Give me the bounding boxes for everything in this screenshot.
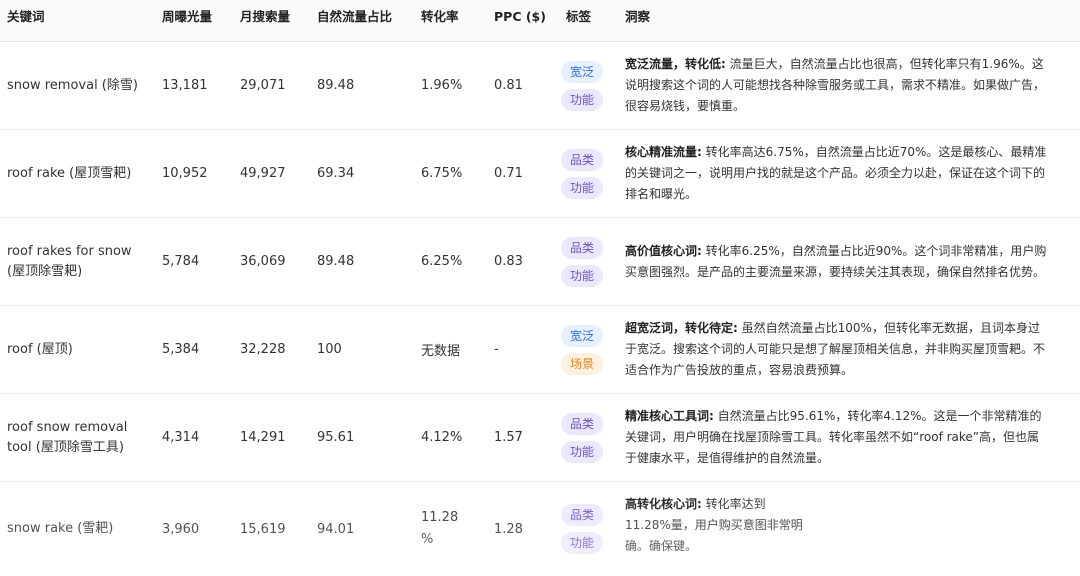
- conversion-rate-cell: 1.96%: [421, 78, 463, 93]
- conversion-rate-cell: 11.28 %: [421, 510, 459, 547]
- monthly-searches-cell: 29,071: [240, 78, 286, 93]
- weekly-impressions-cell: 5,384: [162, 342, 200, 357]
- insight-cell: 宽泛流量，转化低: 流量巨大，自然流量占比也很高，但转化率只有1.96%。这说明…: [625, 54, 1047, 117]
- ppc-cell: 1.57: [494, 430, 523, 445]
- ppc-cell: 0.83: [494, 254, 523, 269]
- organic-share-cell: 89.48: [317, 78, 355, 93]
- table-row[interactable]: roof snow removal tool (屋顶除雪工具) 4,314 14…: [0, 394, 1080, 482]
- keyword-table: 关键词 周曝光量 月搜索量 自然流量占比 转化率 PPC ($) 标签 洞察 s…: [0, 0, 1080, 576]
- weekly-impressions-cell: 3,960: [162, 521, 200, 537]
- tag-badge: 功能: [561, 532, 603, 554]
- weekly-impressions-cell: 5,784: [162, 254, 200, 269]
- organic-share-cell: 69.34: [317, 166, 355, 181]
- tag-badge: 场景: [561, 352, 603, 375]
- organic-share-cell: 89.48: [317, 254, 355, 269]
- header-keyword[interactable]: 关键词: [7, 0, 45, 42]
- ppc-cell: 1.28: [494, 521, 523, 537]
- tag-badge: 品类: [561, 236, 603, 259]
- weekly-impressions-cell: 10,952: [162, 166, 208, 181]
- tag-badge: 品类: [561, 148, 603, 171]
- keyword-cell: roof snow removal tool (屋顶除雪工具): [7, 419, 128, 455]
- insight-title: 高价值核心词:: [625, 243, 702, 258]
- organic-share-cell: 95.61: [317, 430, 355, 445]
- ppc-cell: 0.71: [494, 166, 523, 181]
- ppc-cell: 0.81: [494, 78, 523, 93]
- insight-cell: 超宽泛词，转化待定: 虽然自然流量占比100%，但转化率无数据，且词本身过于宽泛…: [625, 318, 1047, 381]
- tag-badge: 宽泛: [561, 324, 603, 347]
- table-row[interactable]: roof (屋顶) 5,384 32,228 100 无数据 - 宽泛 场景 超…: [0, 306, 1080, 394]
- insight-cell: 高转化核心词: 转化率达到11.28%量，用户购买意图非常明确。确保键。: [625, 494, 805, 557]
- monthly-searches-cell: 36,069: [240, 254, 286, 269]
- tag-badge: 功能: [561, 88, 603, 111]
- blurred-overlay: [800, 497, 1080, 567]
- header-weekly-impressions[interactable]: 周曝光量: [162, 0, 212, 42]
- tag-badge: 宽泛: [561, 60, 603, 83]
- header-insight[interactable]: 洞察: [625, 0, 650, 42]
- organic-share-cell: 100: [317, 342, 342, 357]
- conversion-rate-cell: 无数据: [421, 344, 461, 359]
- monthly-searches-cell: 15,619: [240, 521, 286, 537]
- insight-cell: 高价值核心词: 转化率6.25%，自然流量占比近90%。这个词非常精准，用户购买…: [625, 241, 1047, 283]
- organic-share-cell: 94.01: [317, 521, 355, 537]
- weekly-impressions-cell: 13,181: [162, 78, 208, 93]
- tag-badge: 功能: [561, 176, 603, 199]
- keyword-cell: snow rake (雪耙): [7, 521, 114, 536]
- insight-cell: 核心精准流量: 转化率高达6.75%，自然流量占比近70%。这是最核心、最精准的…: [625, 142, 1047, 205]
- monthly-searches-cell: 14,291: [240, 430, 286, 445]
- weekly-impressions-cell: 4,314: [162, 430, 200, 445]
- conversion-rate-cell: 6.75%: [421, 166, 463, 181]
- header-conversion-rate[interactable]: 转化率: [421, 0, 459, 42]
- monthly-searches-cell: 32,228: [240, 342, 286, 357]
- header-monthly-searches[interactable]: 月搜索量: [240, 0, 290, 42]
- keyword-cell: roof (屋顶): [7, 341, 73, 357]
- insight-cell: 精准核心工具词: 自然流量占比95.61%，转化率4.12%。这是一个非常精准的…: [625, 406, 1047, 469]
- table-header: 关键词 周曝光量 月搜索量 自然流量占比 转化率 PPC ($) 标签 洞察: [0, 0, 1080, 42]
- table-row[interactable]: roof rakes for snow (屋顶除雪耙) 5,784 36,069…: [0, 218, 1080, 306]
- tag-badge: 功能: [561, 264, 603, 287]
- conversion-rate-cell: 4.12%: [421, 430, 463, 445]
- insight-title: 高转化核心词:: [625, 497, 702, 511]
- insight-title: 宽泛流量，转化低:: [625, 57, 726, 71]
- header-tags[interactable]: 标签: [566, 0, 591, 42]
- monthly-searches-cell: 49,927: [240, 166, 286, 181]
- table-row[interactable]: roof rake (屋顶雪耙) 10,952 49,927 69.34 6.7…: [0, 130, 1080, 218]
- tag-badge: 品类: [561, 412, 603, 435]
- conversion-rate-cell: 6.25%: [421, 254, 463, 269]
- insight-title: 超宽泛词，转化待定:: [625, 321, 738, 335]
- header-ppc[interactable]: PPC ($): [494, 0, 546, 42]
- keyword-cell: roof rake (屋顶雪耙): [7, 165, 132, 181]
- insight-title: 核心精准流量:: [625, 145, 702, 159]
- header-organic-share[interactable]: 自然流量占比: [317, 0, 392, 42]
- insight-title: 精准核心工具词:: [625, 409, 714, 423]
- keyword-cell: snow removal (除雪): [7, 77, 138, 93]
- ppc-cell: -: [494, 342, 499, 357]
- tag-badge: 品类: [561, 504, 603, 526]
- tag-badge: 功能: [561, 440, 603, 463]
- keyword-cell: roof rakes for snow (屋顶除雪耙): [7, 243, 132, 279]
- table-row[interactable]: snow removal (除雪) 13,181 29,071 89.48 1.…: [0, 42, 1080, 130]
